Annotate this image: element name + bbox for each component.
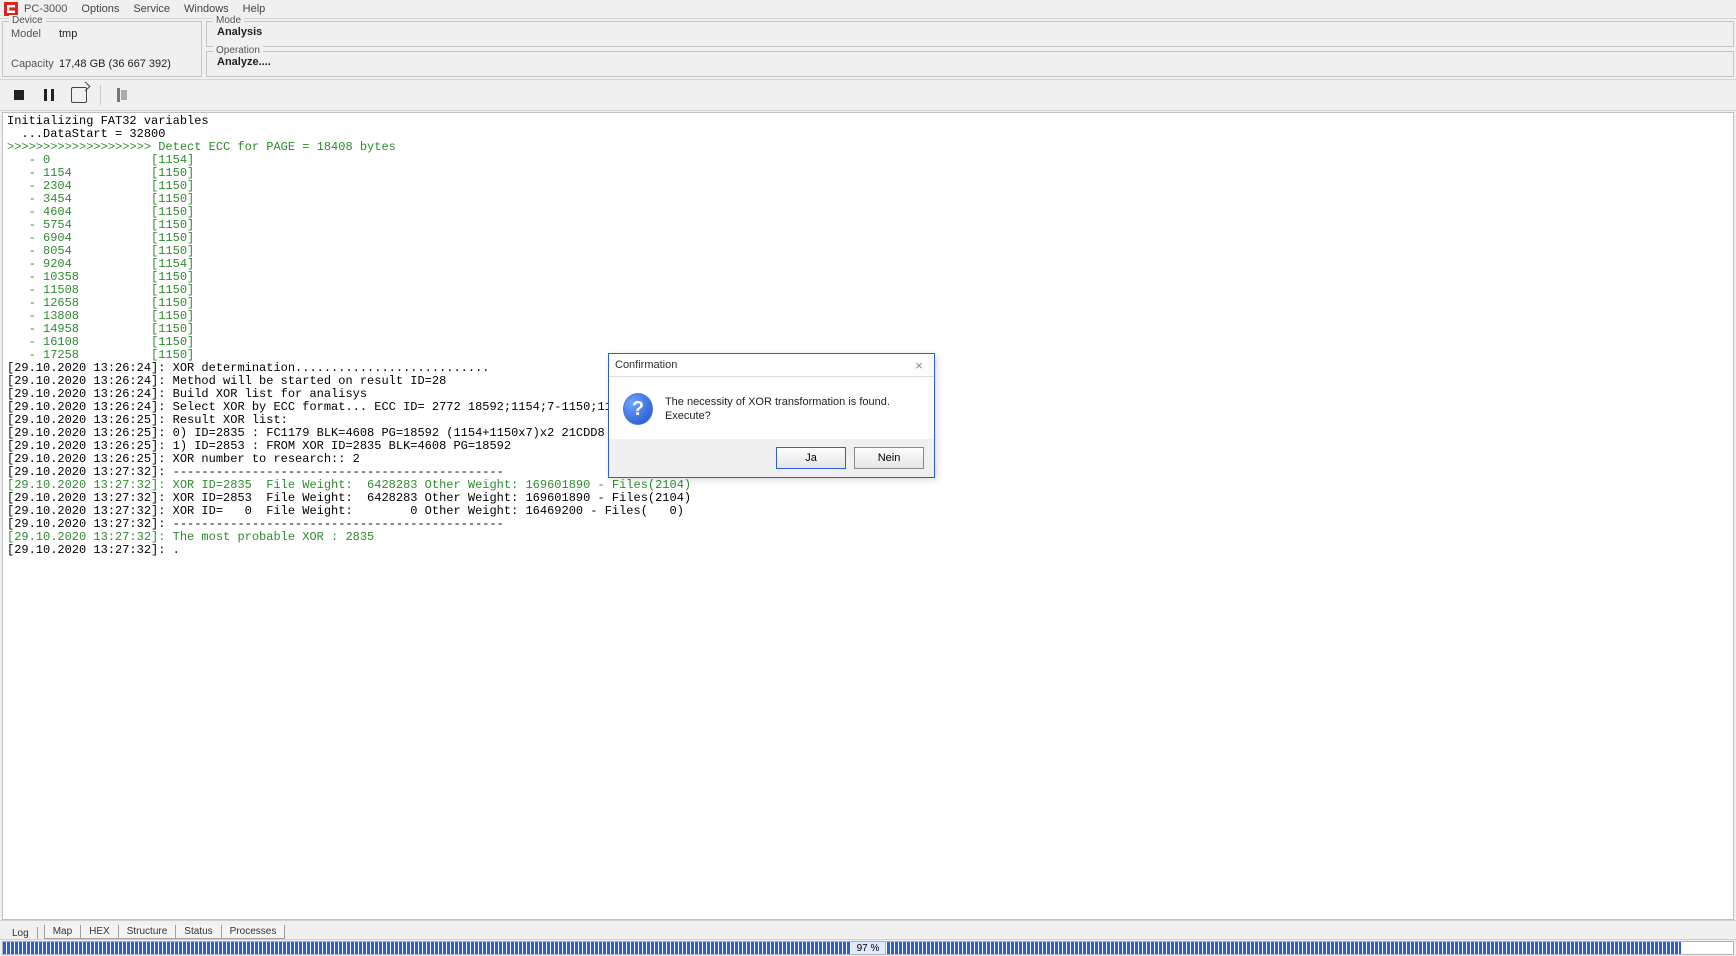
device-model-value: tmp bbox=[59, 28, 77, 40]
progress-fill bbox=[3, 942, 1681, 954]
dialog-actions: Ja Nein bbox=[609, 439, 934, 477]
operation-value: Analyze.... bbox=[217, 56, 1725, 68]
log-pane[interactable]: Initializing FAT32 variables ...DataStar… bbox=[2, 112, 1734, 920]
app-name: PC-3000 bbox=[24, 3, 67, 15]
tab-status[interactable]: Status bbox=[175, 925, 221, 939]
stop-button[interactable] bbox=[6, 83, 32, 107]
device-capacity-label: Capacity bbox=[11, 58, 59, 70]
structure-button[interactable] bbox=[109, 83, 135, 107]
device-fieldset: Device Model tmp Capacity 17,48 GB (36 6… bbox=[2, 21, 202, 77]
menu-options[interactable]: Options bbox=[81, 3, 119, 15]
menu-windows[interactable]: Windows bbox=[184, 3, 229, 15]
yes-button[interactable]: Ja bbox=[776, 447, 846, 469]
export-icon bbox=[71, 87, 87, 103]
dialog-body: ? The necessity of XOR transformation is… bbox=[609, 377, 934, 439]
menu-service[interactable]: Service bbox=[133, 3, 170, 15]
menu-help[interactable]: Help bbox=[243, 3, 266, 15]
info-strip: Device Model tmp Capacity 17,48 GB (36 6… bbox=[0, 18, 1736, 80]
tab-processes[interactable]: Processes bbox=[221, 925, 286, 939]
progress-bar: 97 % bbox=[2, 941, 1734, 955]
menu-bar: PC-3000 Options Service Windows Help bbox=[0, 0, 1736, 18]
toolbar-separator bbox=[100, 85, 101, 105]
confirmation-dialog: Confirmation × ? The necessity of XOR tr… bbox=[608, 353, 935, 478]
toolbar bbox=[0, 80, 1736, 111]
app-icon bbox=[4, 2, 18, 16]
device-capacity-value: 17,48 GB (36 667 392) bbox=[59, 58, 171, 70]
question-icon: ? bbox=[623, 393, 653, 425]
export-button[interactable] bbox=[66, 83, 92, 107]
pause-button[interactable] bbox=[36, 83, 62, 107]
device-legend: Device bbox=[9, 15, 46, 26]
device-model-label: Model bbox=[11, 28, 59, 40]
mode-legend: Mode bbox=[213, 15, 244, 26]
tab-map[interactable]: Map bbox=[44, 925, 81, 939]
tab-hex[interactable]: HEX bbox=[80, 925, 119, 939]
mode-value: Analysis bbox=[217, 26, 1725, 38]
pause-icon bbox=[44, 89, 54, 101]
dialog-message: The necessity of XOR transformation is f… bbox=[665, 395, 920, 423]
progress-bar-wrap: 97 % bbox=[0, 939, 1736, 956]
bottom-tab-strip: LogMapHEXStructureStatusProcesses bbox=[0, 920, 1736, 939]
mode-fieldset: Mode Analysis bbox=[206, 21, 1734, 47]
tab-structure[interactable]: Structure bbox=[118, 925, 177, 939]
stop-icon bbox=[14, 90, 24, 100]
close-icon[interactable]: × bbox=[910, 356, 928, 374]
dialog-titlebar[interactable]: Confirmation × bbox=[609, 354, 934, 377]
no-button[interactable]: Nein bbox=[854, 447, 924, 469]
progress-label: 97 % bbox=[851, 942, 886, 955]
dialog-title: Confirmation bbox=[615, 359, 677, 371]
log-text: Initializing FAT32 variables ...DataStar… bbox=[3, 113, 1733, 559]
operation-legend: Operation bbox=[213, 45, 263, 56]
operation-fieldset: Operation Analyze.... bbox=[206, 51, 1734, 77]
structure-icon bbox=[115, 88, 129, 102]
